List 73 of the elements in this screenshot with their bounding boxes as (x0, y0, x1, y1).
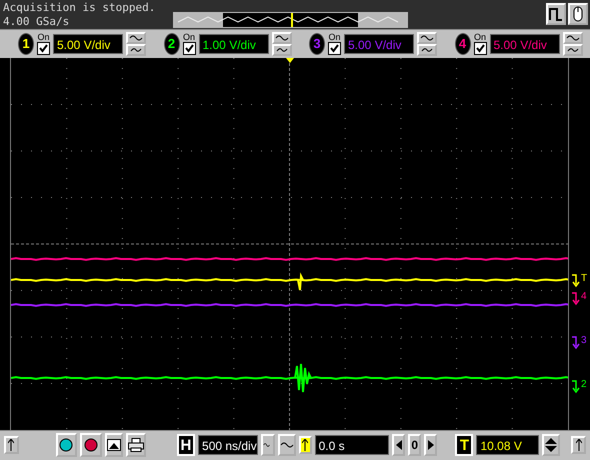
delay-field[interactable]: 0.0 s (314, 435, 390, 456)
ac-coupling-button[interactable] (126, 32, 146, 44)
wave-icon (274, 34, 288, 42)
dc-coupling-button[interactable] (126, 44, 146, 56)
print-button[interactable] (126, 433, 146, 458)
tilde-icon (274, 46, 288, 54)
channel-scale[interactable]: 5.00 V/div (344, 34, 414, 54)
channel-button[interactable]: 4 (454, 32, 470, 55)
center-button[interactable]: 0 (408, 434, 422, 456)
timebase-field[interactable]: 500 ns/div (198, 435, 258, 456)
level-stepper[interactable] (542, 434, 560, 456)
marker-label: T (581, 274, 588, 284)
wave-icon (280, 441, 294, 450)
marker-label: 4 (581, 292, 587, 302)
pulse-icon (549, 7, 563, 21)
wave-icon (129, 34, 143, 42)
wave-icon (566, 34, 580, 42)
trigger-button[interactable]: T (455, 434, 474, 456)
right-button[interactable] (424, 434, 437, 456)
channel-checkbox[interactable] (37, 42, 50, 55)
left-arrow-icon (396, 440, 402, 450)
channel-scale[interactable]: 1.00 V/div (198, 34, 268, 54)
level-marker-icon[interactable] (571, 292, 581, 306)
ac-coupling-button[interactable] (417, 32, 437, 44)
trigger-level-field[interactable]: 10.08 V (476, 435, 539, 456)
sample-rate: 4.00 GSa/s (3, 15, 70, 29)
mouse-button[interactable] (568, 3, 588, 25)
channel-checkbox[interactable] (328, 42, 341, 55)
ac-coupling-button[interactable] (272, 32, 292, 44)
channel-scale[interactable]: 5.00 V/div (490, 34, 560, 54)
horizontal-button[interactable]: H (176, 434, 196, 456)
image-icon (107, 439, 122, 452)
stop-button[interactable] (80, 433, 102, 458)
delay-reference-button[interactable] (298, 436, 312, 454)
up-arrow-icon (576, 439, 582, 452)
dc-coupling-button[interactable] (417, 44, 437, 56)
wave-icon (420, 34, 434, 42)
wave-button[interactable] (278, 434, 296, 456)
pulse-button[interactable] (546, 3, 566, 25)
dc-coupling-button[interactable] (272, 44, 292, 56)
right-arrow-icon (428, 440, 434, 450)
channel-button[interactable]: 3 (309, 32, 325, 55)
ac-coupling-button[interactable] (562, 32, 582, 44)
channel-checkbox[interactable] (182, 42, 196, 55)
tilde-icon (566, 46, 580, 54)
acquisition-status: Acquisition is stopped. (3, 1, 156, 15)
run-button[interactable] (56, 433, 78, 458)
level-marker-icon[interactable] (571, 336, 581, 350)
scroll-up-button[interactable] (571, 436, 586, 454)
on-label: On (474, 32, 486, 42)
left-button[interactable] (392, 434, 406, 456)
circle-icon (84, 438, 98, 452)
on-label: On (328, 32, 340, 42)
marker-label: 2 (581, 380, 587, 390)
waveform-overview[interactable] (173, 12, 408, 28)
mouse-icon (573, 6, 583, 22)
channel-button[interactable]: 1 (18, 32, 34, 55)
circle-icon (59, 438, 74, 452)
channel-scale[interactable]: 5.00 V/div (53, 34, 123, 54)
dc-coupling-button[interactable] (562, 44, 582, 56)
channel-button[interactable]: 2 (164, 32, 180, 55)
channel-checkbox[interactable] (474, 42, 486, 55)
printer-icon (128, 438, 144, 452)
up-down-icon (545, 438, 558, 452)
on-label: On (37, 32, 50, 42)
up-arrow-icon (302, 439, 308, 452)
scroll-up-button[interactable] (4, 436, 19, 454)
on-label: On (182, 32, 195, 42)
marker-label: 3 (581, 336, 587, 346)
image-button[interactable] (104, 433, 124, 458)
tilde-icon (129, 46, 143, 54)
tilde-icon (420, 46, 434, 54)
up-arrow-icon (8, 439, 14, 452)
